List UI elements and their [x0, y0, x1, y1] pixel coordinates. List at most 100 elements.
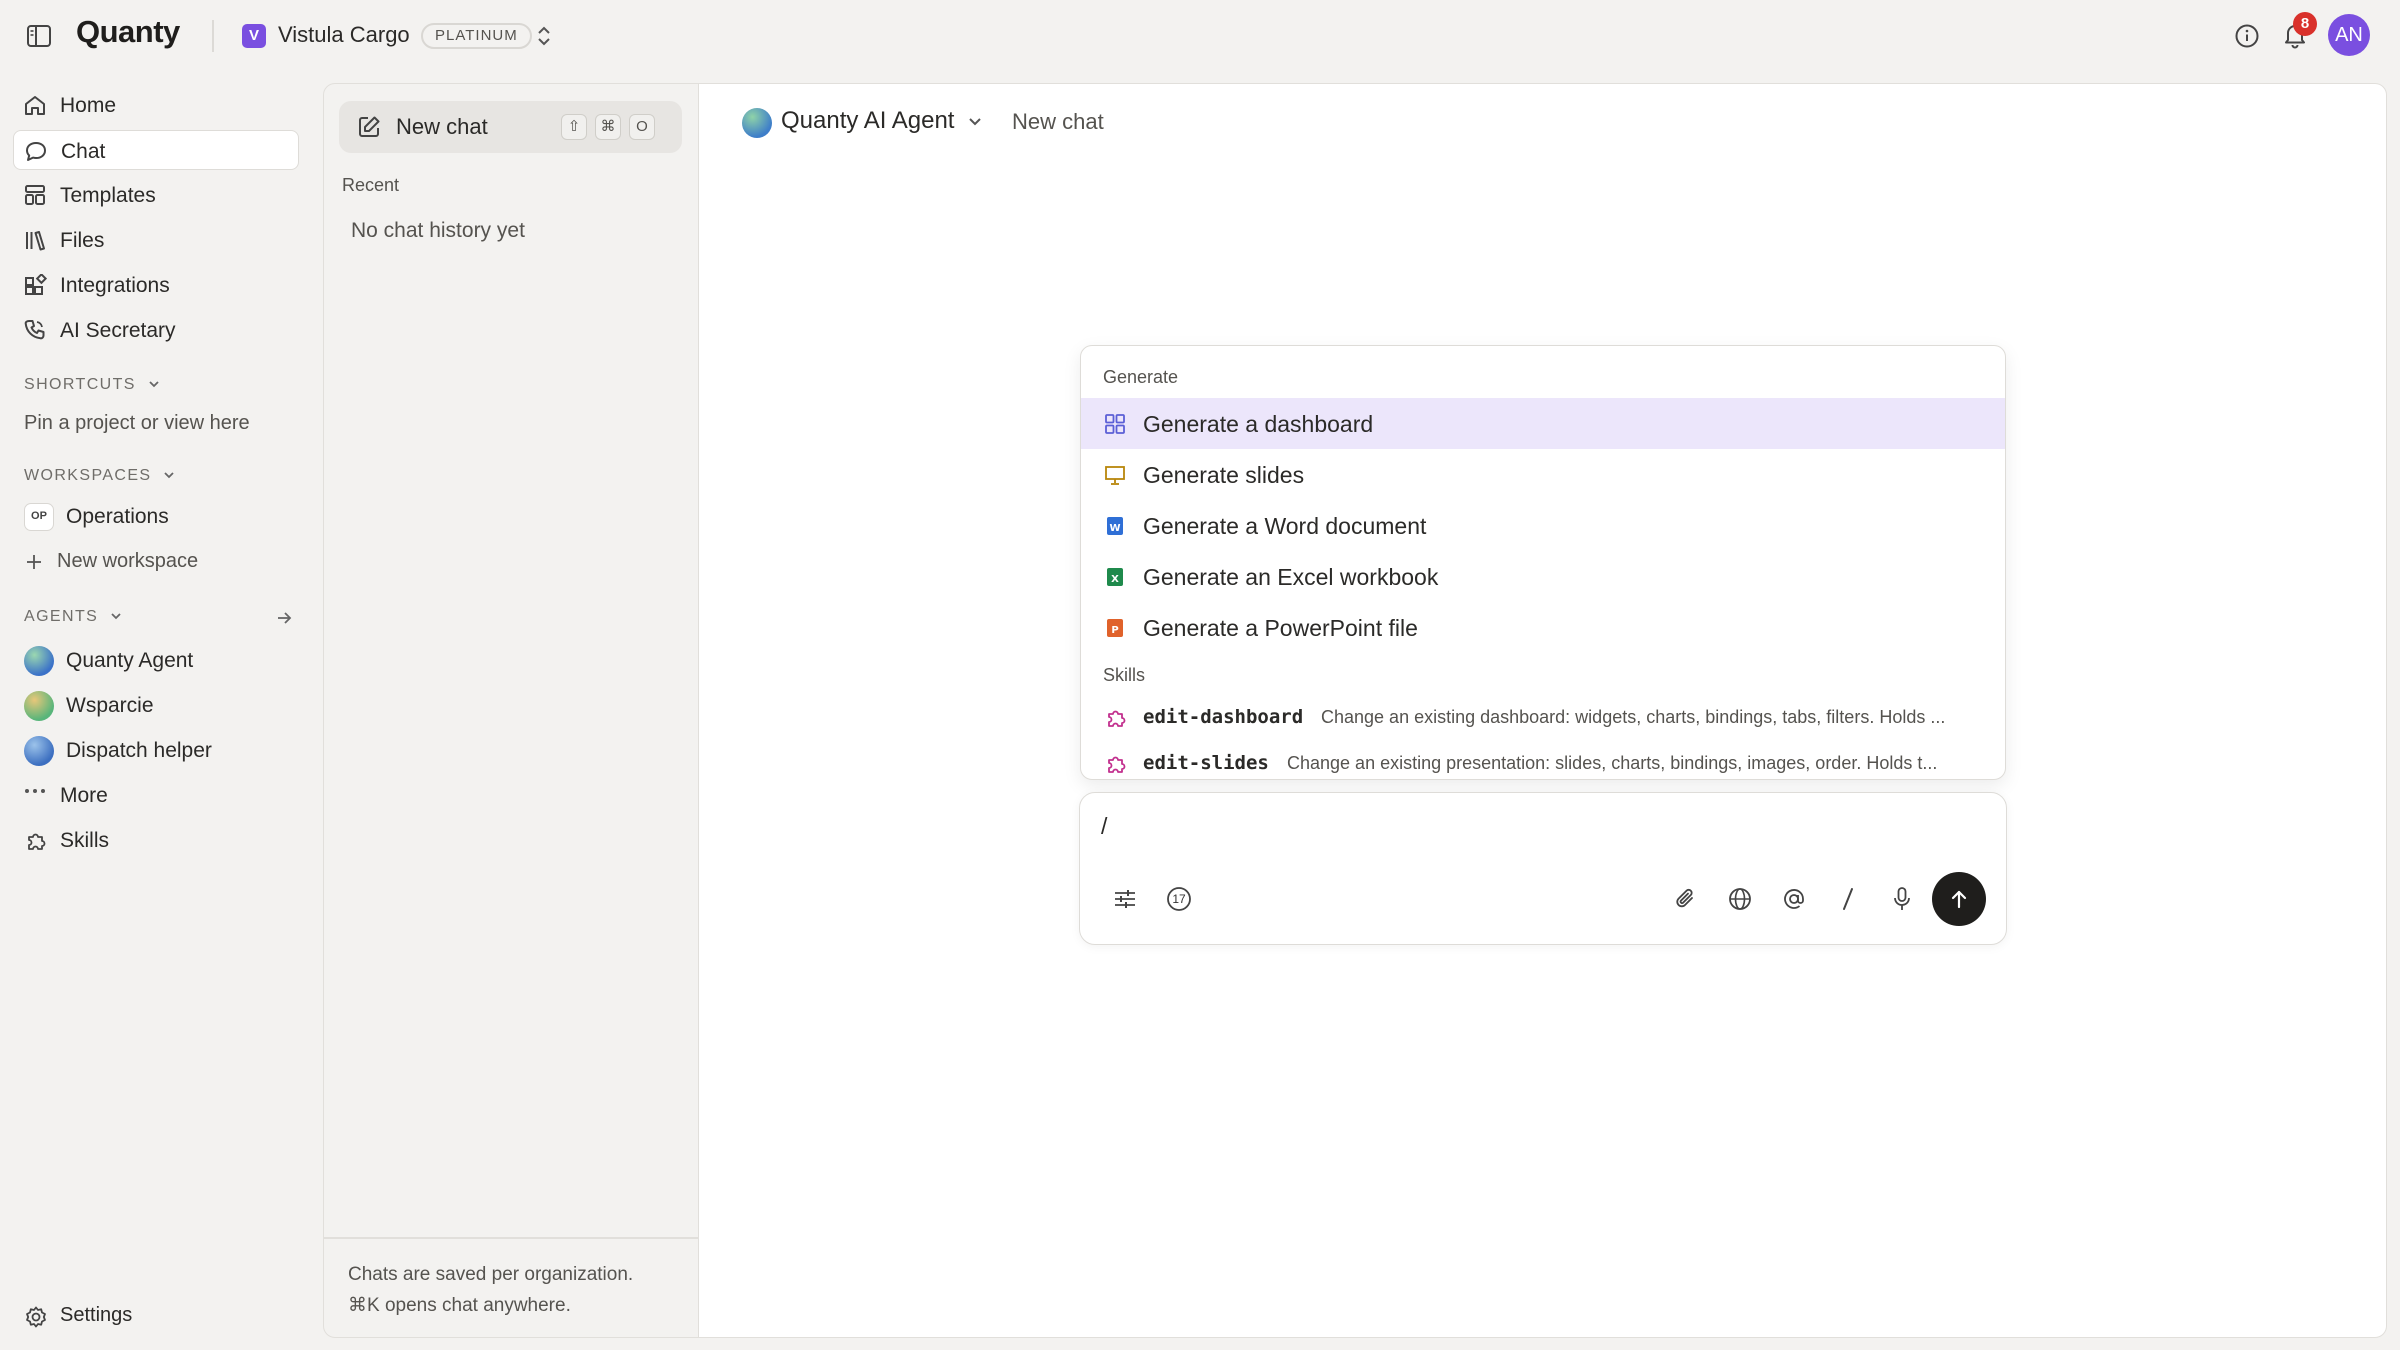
menu-item-generate-word[interactable]: W Generate a Word document — [1081, 500, 2005, 551]
notification-count-badge: 8 — [2293, 12, 2317, 36]
agent-quanty-agent[interactable]: Quanty Agent — [66, 649, 193, 673]
skills-nav-item[interactable]: Skills — [60, 829, 109, 853]
arrow-up-icon — [1951, 890, 1967, 909]
org-name[interactable]: Vistula Cargo — [278, 22, 410, 48]
nav-item-ai-secretary[interactable]: AI Secretary — [13, 310, 299, 350]
svg-text:P: P — [1111, 625, 1118, 636]
footer-note-line: Chats are saved per organization. — [348, 1264, 634, 1285]
slash-command-icon[interactable] — [1834, 885, 1862, 913]
chevron-down-icon — [111, 613, 121, 620]
quota-counter-value: 17 — [1172, 892, 1186, 906]
menu-item-label: Generate a PowerPoint file — [1143, 615, 1418, 641]
nav-item-label: Files — [60, 229, 105, 252]
nav-item-label: Templates — [60, 184, 156, 207]
chat-title: New chat — [1012, 109, 1104, 134]
org-badge[interactable]: V — [242, 24, 266, 48]
dashboard-grid-icon — [1104, 413, 1126, 435]
send-button[interactable] — [1932, 872, 1986, 926]
menu-section-generate: Generate — [1103, 367, 1179, 387]
agent-avatar — [24, 646, 54, 676]
workspace-badge: OP — [24, 503, 54, 531]
integrations-icon — [23, 274, 47, 296]
workspaces-heading[interactable]: WORKSPACES — [24, 467, 175, 485]
menu-item-generate-excel[interactable]: X Generate an Excel workbook — [1081, 551, 2005, 602]
agent-wsparcie[interactable]: Wsparcie — [66, 694, 154, 718]
brand-logo[interactable]: Quanty — [76, 14, 180, 50]
empty-history-text: No chat history yet — [351, 219, 525, 242]
user-avatar[interactable]: AN — [2328, 14, 2370, 56]
arrow-right-icon[interactable] — [275, 609, 293, 627]
settings-button[interactable]: Settings — [60, 1304, 132, 1327]
paperclip-icon[interactable] — [1672, 885, 1700, 913]
message-input[interactable]: / — [1101, 813, 1107, 840]
globe-icon[interactable] — [1726, 885, 1754, 913]
word-doc-icon: W — [1104, 515, 1126, 537]
menu-item-label: Generate an Excel workbook — [1143, 564, 1439, 590]
agent-avatar — [742, 108, 772, 138]
home-icon — [23, 94, 47, 116]
new-workspace-button[interactable]: New workspace — [57, 550, 198, 573]
chevron-down-icon — [164, 472, 174, 479]
nav-item-home[interactable]: Home — [13, 85, 299, 125]
puzzle-icon — [1104, 752, 1128, 776]
skill-description: Change an existing dashboard: widgets, c… — [1321, 707, 1946, 727]
nav-item-files[interactable]: Files — [13, 220, 299, 260]
shortcut-key-cmd: ⌘ — [595, 114, 621, 140]
skill-name: edit-dashboard — [1143, 706, 1304, 728]
nav-item-label: AI Secretary — [60, 319, 176, 342]
footer-note-line: ⌘K opens chat anywhere. — [348, 1295, 571, 1316]
header-divider — [212, 20, 214, 52]
quota-counter-badge[interactable]: 17 — [1165, 885, 1193, 913]
menu-item-label: Generate slides — [1143, 462, 1305, 488]
recent-heading: Recent — [342, 175, 400, 195]
chevron-down-icon[interactable] — [967, 114, 983, 130]
menu-item-label: Generate a Word document — [1143, 513, 1427, 539]
agent-selector[interactable]: Quanty AI Agent — [781, 107, 954, 135]
agents-heading[interactable]: AGENTS — [24, 608, 122, 626]
plan-badge: PLATINUM — [421, 23, 532, 49]
puzzle-icon — [1104, 706, 1128, 730]
chevron-down-icon — [149, 381, 159, 388]
presentation-icon — [1104, 464, 1126, 486]
slash-command-menu: Generate Generate a dashboard Generate s… — [1080, 345, 2006, 780]
nav-item-label: Integrations — [60, 274, 170, 297]
nav-item-templates[interactable]: Templates — [13, 175, 299, 215]
menu-item-generate-slides[interactable]: Generate slides — [1081, 449, 2005, 500]
menu-item-generate-powerpoint[interactable]: P Generate a PowerPoint file — [1081, 602, 2005, 653]
chevron-up-down-icon[interactable] — [534, 24, 554, 48]
sidebar-toggle-icon[interactable] — [26, 24, 52, 48]
at-mention-icon[interactable] — [1780, 885, 1808, 913]
chat-history-panel — [323, 83, 699, 1338]
shortcuts-heading[interactable]: SHORTCUTS — [24, 376, 160, 394]
section-heading-text: WORKSPACES — [24, 467, 152, 484]
chat-bubble-icon — [24, 140, 48, 162]
microphone-icon[interactable] — [1888, 885, 1916, 913]
agent-dispatch-helper[interactable]: Dispatch helper — [66, 739, 212, 763]
message-composer[interactable] — [1079, 792, 2007, 945]
chat-panel-footer: Chats are saved per organization. ⌘K ope… — [348, 1259, 633, 1321]
more-button[interactable]: More — [60, 784, 108, 808]
workspace-operations[interactable]: Operations — [66, 505, 169, 529]
skill-item-edit-dashboard[interactable]: edit-dashboard Change an existing dashbo… — [1081, 696, 2005, 740]
svg-text:X: X — [1111, 574, 1119, 585]
info-icon[interactable] — [2233, 22, 2261, 50]
new-chat-button[interactable]: New chat ⇧ ⌘ O — [339, 101, 682, 153]
nav-item-chat[interactable]: Chat — [13, 130, 299, 170]
excel-icon: X — [1104, 566, 1126, 588]
more-dots-icon — [24, 786, 46, 796]
skill-name: edit-slides — [1143, 752, 1269, 774]
svg-text:W: W — [1109, 523, 1120, 534]
section-heading-text: SHORTCUTS — [24, 376, 136, 393]
shortcut-key-o: O — [629, 114, 655, 140]
section-heading-text: AGENTS — [24, 608, 99, 625]
nav-item-integrations[interactable]: Integrations — [13, 265, 299, 305]
nav-item-label: Home — [60, 94, 117, 117]
menu-item-generate-dashboard[interactable]: Generate a dashboard — [1081, 398, 2005, 449]
sliders-icon[interactable] — [1111, 885, 1139, 913]
agent-avatar — [24, 736, 54, 766]
skill-item-edit-slides[interactable]: edit-slides Change an existing presentat… — [1081, 742, 2005, 779]
phone-icon — [23, 319, 47, 341]
powerpoint-icon: P — [1104, 617, 1126, 639]
top-bar: Quanty V Vistula Cargo PLATINUM 8 AN — [0, 0, 2400, 72]
skill-description: Change an existing presentation: slides,… — [1287, 753, 1938, 773]
